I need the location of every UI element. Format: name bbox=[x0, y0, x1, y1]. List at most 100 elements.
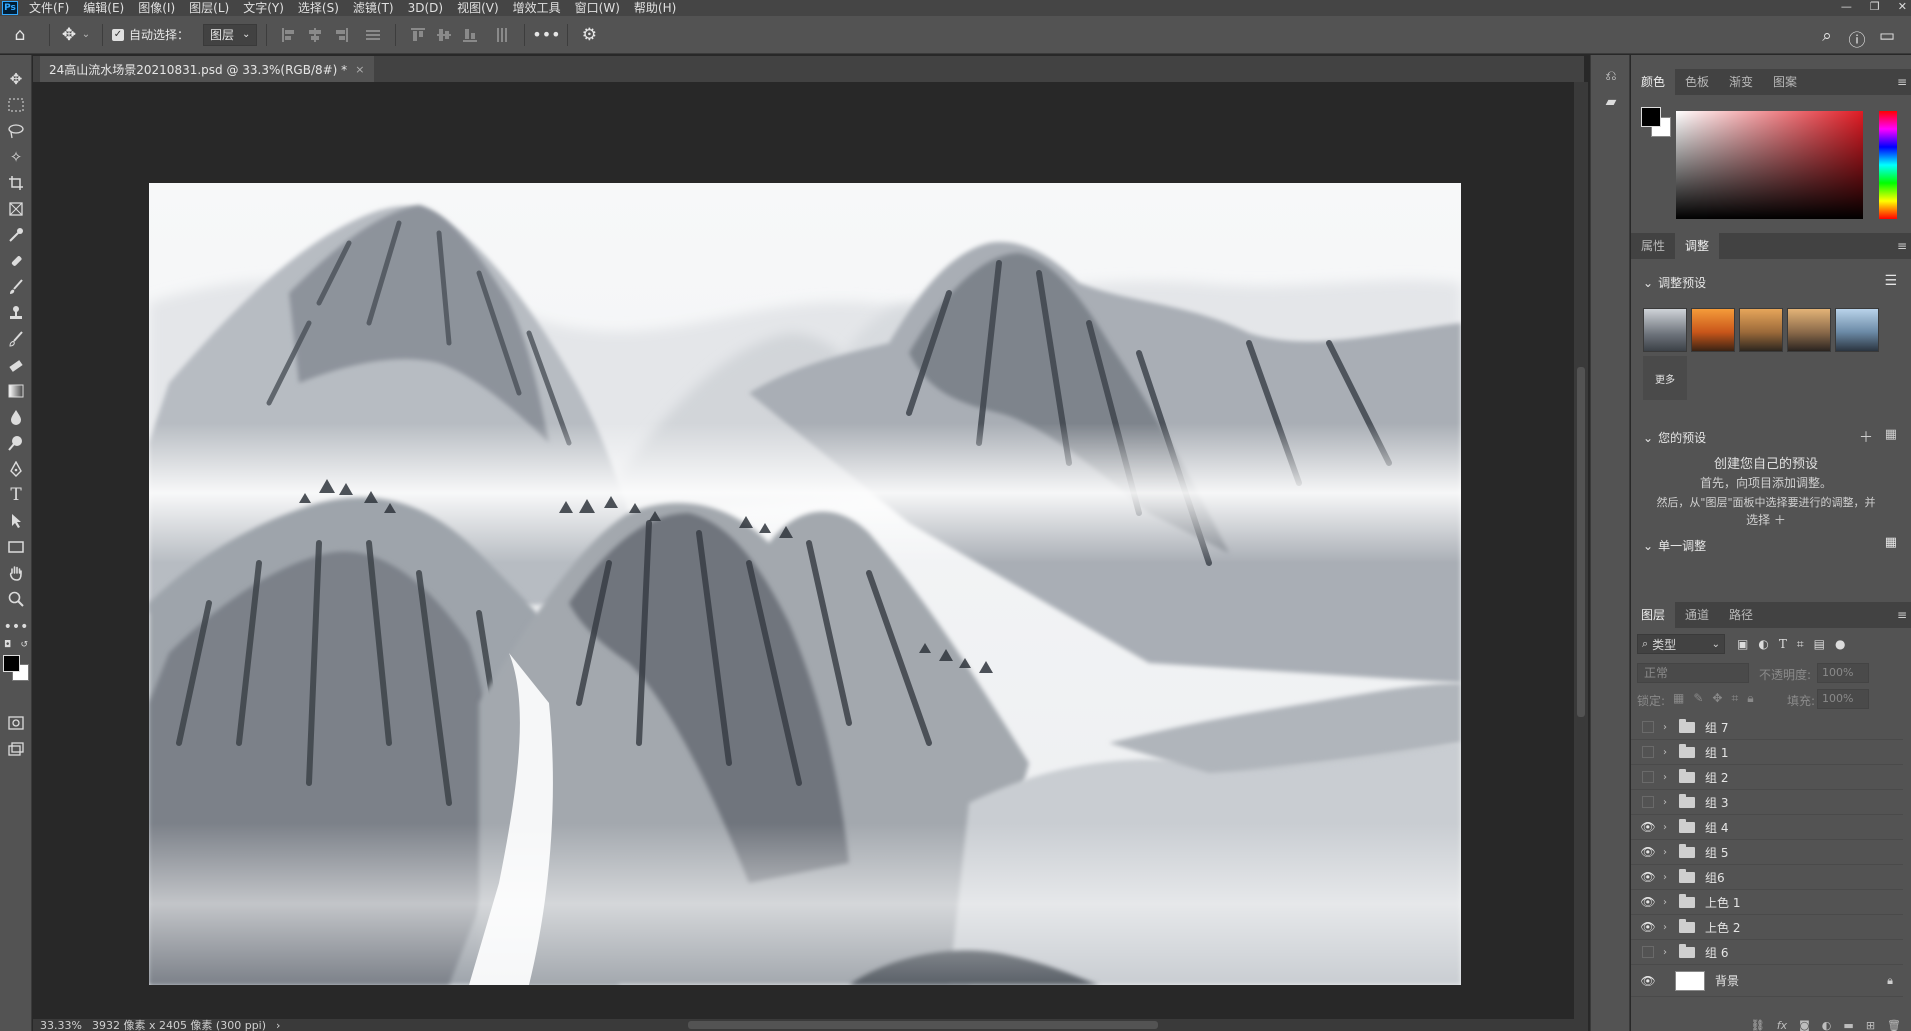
path-selection-tool-icon[interactable] bbox=[4, 510, 28, 532]
tab-color[interactable]: 颜色 bbox=[1631, 69, 1676, 95]
gradient-tool-icon[interactable] bbox=[4, 380, 28, 402]
visibility-toggle-off[interactable] bbox=[1637, 746, 1659, 758]
chevron-right-icon[interactable]: › bbox=[1663, 822, 1675, 833]
crop-tool-icon[interactable] bbox=[4, 172, 28, 194]
layer-row[interactable]: › 组 2 bbox=[1631, 765, 1903, 790]
document-tab[interactable]: 24高山流水场景20210831.psd @ 33.3%(RGB/8#) * × bbox=[40, 56, 375, 82]
tab-properties[interactable]: 属性 bbox=[1631, 233, 1675, 259]
distribute-horizontal-icon[interactable] bbox=[493, 26, 511, 44]
background-layer-row[interactable]: 👁︎ 背景 🔒︎ bbox=[1631, 965, 1903, 997]
brush-tool-icon[interactable] bbox=[4, 276, 28, 298]
eye-icon[interactable]: 👁︎ bbox=[1637, 845, 1659, 859]
lock-transparent-icon[interactable]: ▦ bbox=[1673, 691, 1684, 706]
blur-tool-icon[interactable] bbox=[4, 406, 28, 428]
lock-all-icon[interactable]: 🔒︎ bbox=[1747, 691, 1753, 706]
add-icon[interactable]: ＋ bbox=[1859, 427, 1873, 447]
list-view-icon[interactable]: ☰ bbox=[1884, 273, 1897, 289]
chevron-down-icon[interactable]: ⌄ bbox=[79, 29, 93, 40]
align-vcenter-icon[interactable] bbox=[435, 26, 453, 44]
close-icon[interactable]: ✕ bbox=[1898, 0, 1907, 14]
eye-icon[interactable]: 👁︎ bbox=[1637, 820, 1659, 834]
close-tab-icon[interactable]: × bbox=[355, 63, 364, 76]
tab-patterns[interactable]: 图案 bbox=[1763, 69, 1807, 95]
align-hcenter-icon[interactable] bbox=[306, 26, 324, 44]
dodge-tool-icon[interactable] bbox=[4, 432, 28, 454]
foreground-color-swatch[interactable] bbox=[1641, 107, 1661, 127]
menu-image[interactable]: 图像(I) bbox=[131, 0, 182, 16]
move-tool-icon[interactable]: ✥ bbox=[59, 25, 79, 45]
screen-mode-icon[interactable] bbox=[4, 738, 28, 760]
align-right-icon[interactable] bbox=[332, 26, 350, 44]
chevron-right-icon[interactable]: › bbox=[1663, 772, 1675, 783]
blend-mode-dropdown[interactable]: 正常 bbox=[1637, 663, 1749, 683]
type-layer-filter-icon[interactable]: T bbox=[1779, 637, 1787, 652]
swap-colors-icon[interactable]: ◘ ↺ bbox=[4, 639, 28, 651]
menu-plugins[interactable]: 增效工具 bbox=[506, 0, 568, 16]
horizontal-scroll-thumb[interactable] bbox=[688, 1021, 1158, 1029]
hand-tool-icon[interactable] bbox=[4, 562, 28, 584]
chevron-right-icon[interactable]: › bbox=[1663, 872, 1675, 883]
lasso-tool-icon[interactable] bbox=[4, 120, 28, 142]
tab-paths[interactable]: 路径 bbox=[1719, 602, 1763, 628]
restore-icon[interactable]: ❐ bbox=[1870, 0, 1880, 14]
grid-view-icon[interactable]: ▦ bbox=[1885, 427, 1897, 442]
lock-artboard-icon[interactable]: ⌗ bbox=[1731, 691, 1738, 706]
preset-thumbnail-bw[interactable] bbox=[1643, 308, 1687, 352]
chevron-right-icon[interactable]: › bbox=[1663, 947, 1675, 958]
foreground-color-swatch[interactable] bbox=[3, 655, 20, 672]
chevron-right-icon[interactable]: › bbox=[1663, 922, 1675, 933]
history-icon[interactable]: ⎌ bbox=[1602, 67, 1620, 85]
chevron-right-icon[interactable]: › bbox=[1663, 897, 1675, 908]
visibility-toggle-off[interactable] bbox=[1637, 796, 1659, 808]
menu-help[interactable]: 帮助(H) bbox=[627, 0, 683, 16]
layer-row[interactable]: › 组 7 bbox=[1631, 715, 1903, 740]
edit-toolbar-icon[interactable]: ••• bbox=[4, 616, 29, 638]
align-top-icon[interactable] bbox=[409, 26, 427, 44]
comment-icon[interactable]: ▰ bbox=[1602, 93, 1620, 111]
gear-icon[interactable]: ⚙ bbox=[577, 25, 601, 45]
visibility-toggle-off[interactable] bbox=[1637, 946, 1659, 958]
align-left-icon[interactable] bbox=[280, 26, 298, 44]
preset-thumbnail-sepia[interactable] bbox=[1787, 308, 1831, 352]
vertical-scroll-thumb[interactable] bbox=[1577, 367, 1585, 717]
marquee-tool-icon[interactable] bbox=[4, 94, 28, 116]
new-group-icon[interactable]: ▬ bbox=[1843, 1019, 1853, 1031]
home-icon[interactable]: ⌂ bbox=[0, 25, 40, 45]
adjustment-presets-header[interactable]: ⌄ 调整预设 bbox=[1643, 274, 1706, 291]
single-adjustment-header[interactable]: ⌄ 单一调整 bbox=[1643, 537, 1706, 554]
layer-row[interactable]: 👁︎ › 上色 2 bbox=[1631, 915, 1903, 940]
fg-bg-swatches[interactable] bbox=[1641, 107, 1675, 141]
minimize-icon[interactable]: — bbox=[1841, 0, 1852, 14]
grid-view-icon[interactable]: ▦ bbox=[1885, 535, 1897, 550]
search-icon[interactable]: ⌕ bbox=[1817, 26, 1837, 46]
menu-3d[interactable]: 3D(D) bbox=[401, 0, 450, 16]
history-brush-tool-icon[interactable] bbox=[4, 328, 28, 350]
eyedropper-tool-icon[interactable] bbox=[4, 224, 28, 246]
layer-row[interactable]: 👁︎ › 上色 1 bbox=[1631, 890, 1903, 915]
panel-menu-icon[interactable]: ≡ bbox=[1897, 239, 1907, 253]
menu-select[interactable]: 选择(S) bbox=[291, 0, 346, 16]
layer-row[interactable]: › 组 1 bbox=[1631, 740, 1903, 765]
quick-mask-icon[interactable] bbox=[4, 712, 28, 734]
layer-row[interactable]: 👁︎ › 组6 bbox=[1631, 865, 1903, 890]
type-tool-icon[interactable]: T bbox=[4, 484, 28, 506]
zoom-level[interactable]: 33.33% bbox=[40, 1019, 82, 1031]
magic-wand-tool-icon[interactable]: ✧ bbox=[4, 146, 28, 168]
more-options-icon[interactable]: ••• bbox=[532, 25, 560, 44]
move-tool-icon[interactable]: ✥ bbox=[4, 68, 28, 90]
auto-select-target-dropdown[interactable]: 图层 ⌄ bbox=[203, 23, 258, 46]
rectangle-tool-icon[interactable] bbox=[4, 536, 28, 558]
menu-window[interactable]: 窗口(W) bbox=[568, 0, 627, 16]
preset-thumbnail-warm[interactable] bbox=[1691, 308, 1735, 352]
delete-layer-icon[interactable]: 🗑︎ bbox=[1887, 1019, 1901, 1031]
lock-pixels-icon[interactable]: ✎ bbox=[1693, 691, 1703, 706]
tab-channels[interactable]: 通道 bbox=[1675, 602, 1719, 628]
menu-filter[interactable]: 滤镜(T) bbox=[346, 0, 401, 16]
layer-filter-dropdown[interactable]: ⌕ 类型 ⌄ bbox=[1637, 634, 1725, 654]
your-presets-header[interactable]: ⌄ 您的预设 bbox=[1643, 429, 1706, 446]
canvas-area[interactable] bbox=[33, 82, 1574, 1019]
eraser-tool-icon[interactable] bbox=[4, 354, 28, 376]
pen-tool-icon[interactable] bbox=[4, 458, 28, 480]
clone-stamp-tool-icon[interactable] bbox=[4, 302, 28, 324]
new-layer-icon[interactable]: ⊞ bbox=[1866, 1019, 1875, 1031]
